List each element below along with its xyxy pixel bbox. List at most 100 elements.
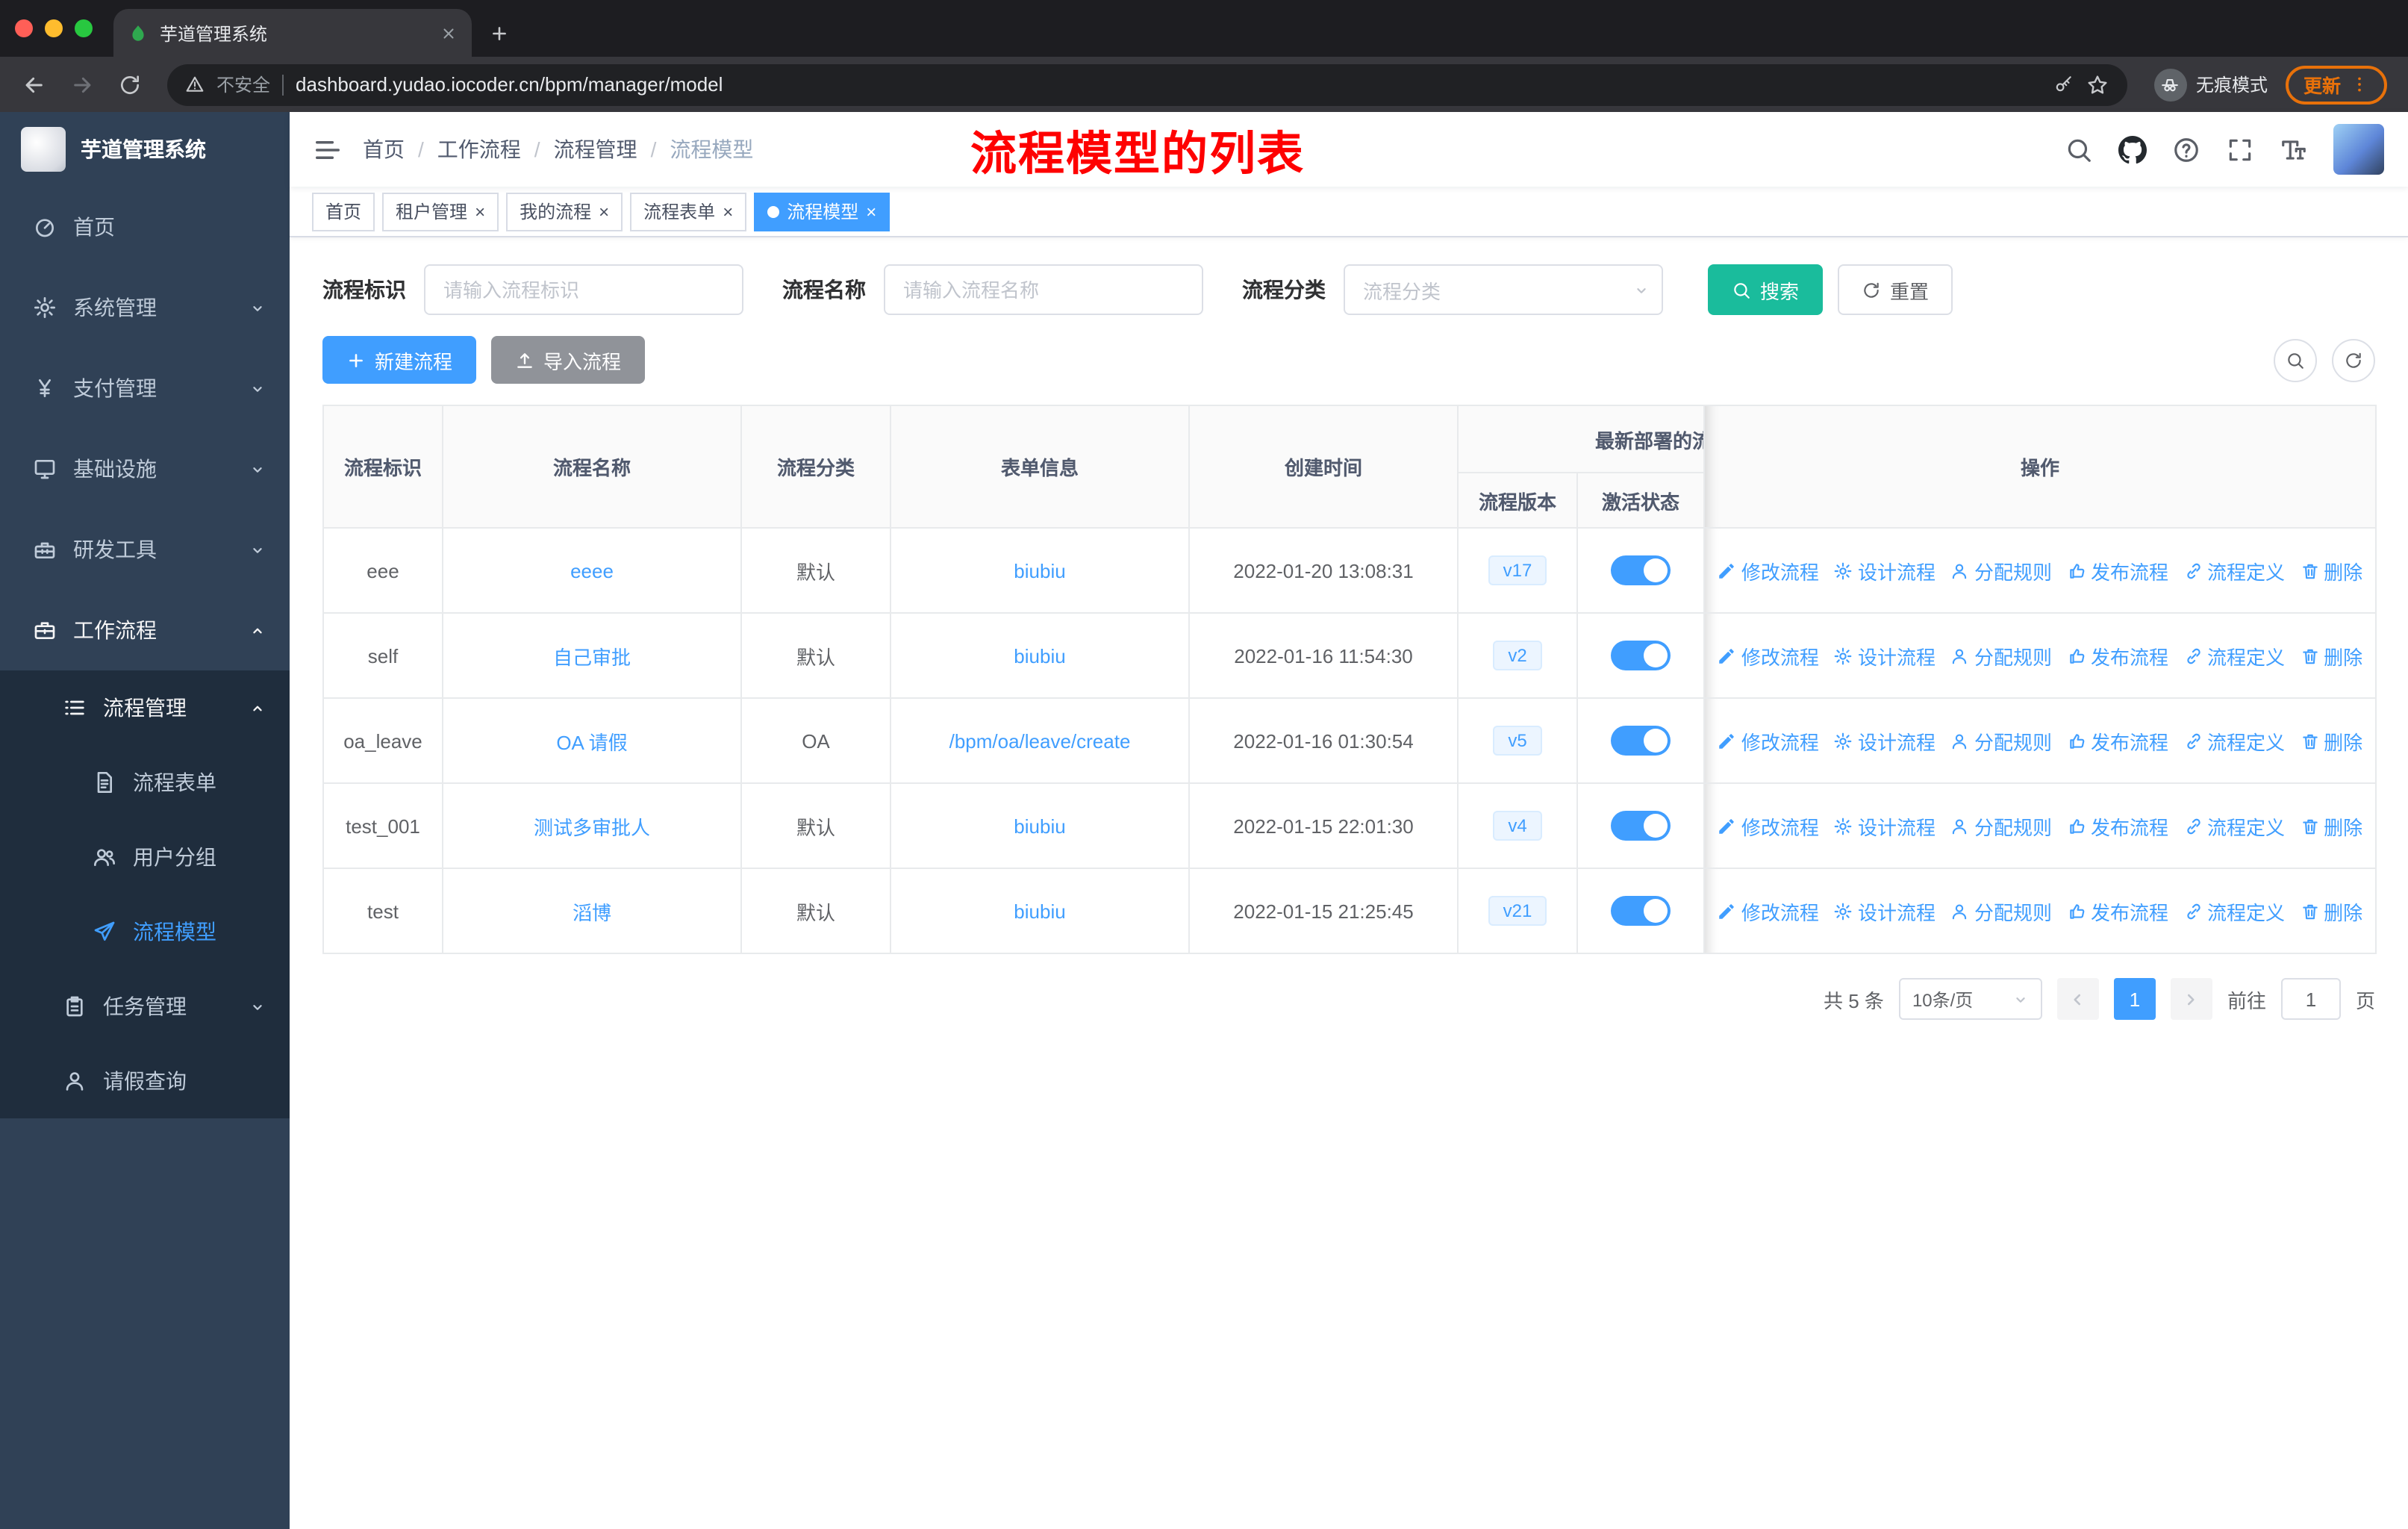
tab-close-icon[interactable] <box>440 25 457 41</box>
action-design-process[interactable]: 设计流程 <box>1834 812 1936 840</box>
action-modify-process[interactable]: 修改流程 <box>1718 897 1819 925</box>
action-publish-process[interactable]: 发布流程 <box>2067 812 2168 840</box>
forward-button[interactable] <box>63 65 102 104</box>
action-modify-process[interactable]: 修改流程 <box>1718 641 1819 670</box>
breadcrumb-item[interactable]: 工作流程 <box>437 134 521 164</box>
kebab-menu-icon[interactable] <box>2350 75 2369 94</box>
action-delete[interactable]: 删除 <box>2300 641 2362 670</box>
refresh-table-button[interactable] <box>2332 338 2375 382</box>
process-name-link[interactable]: 自己审批 <box>553 646 631 668</box>
page-size-select[interactable]: 10条/页 <box>1898 978 2042 1020</box>
sidebar-toggle-button[interactable] <box>314 135 342 164</box>
action-delete[interactable]: 删除 <box>2300 812 2362 840</box>
process-name-input[interactable] <box>884 264 1203 315</box>
sidebar-item-task-management[interactable]: 任务管理 <box>0 969 290 1044</box>
goto-page-input[interactable] <box>2280 978 2341 1020</box>
zoom-window-button[interactable] <box>75 19 93 37</box>
form-link[interactable]: biubiu <box>1014 815 1065 837</box>
browser-tab[interactable]: 芋道管理系统 <box>113 9 472 57</box>
tag-process-form[interactable]: 流程表单 × <box>630 192 747 231</box>
process-name-link[interactable]: 滔博 <box>573 901 611 924</box>
form-link[interactable]: biubiu <box>1014 900 1065 922</box>
action-design-process[interactable]: 设计流程 <box>1834 726 1936 755</box>
form-link[interactable]: /bpm/oa/leave/create <box>949 729 1131 752</box>
breadcrumb-item[interactable]: 流程管理 <box>554 134 637 164</box>
sidebar-item-process-form[interactable]: 流程表单 <box>0 745 290 820</box>
sidebar-item-workflow[interactable]: 工作流程 <box>0 590 290 670</box>
tag-close-icon[interactable]: × <box>599 202 609 220</box>
process-name-link[interactable]: eeee <box>570 559 614 582</box>
reset-button[interactable]: 重置 <box>1838 264 1953 315</box>
action-process-definition[interactable]: 流程定义 <box>2183 556 2285 585</box>
action-design-process[interactable]: 设计流程 <box>1834 897 1936 925</box>
import-process-button[interactable]: 导入流程 <box>491 336 646 384</box>
action-assign-rules[interactable]: 分配规则 <box>1950 726 2052 755</box>
action-publish-process[interactable]: 发布流程 <box>2067 641 2168 670</box>
key-icon[interactable] <box>2054 75 2074 94</box>
fullscreen-icon[interactable] <box>2226 135 2254 164</box>
user-avatar[interactable] <box>2333 124 2384 175</box>
action-assign-rules[interactable]: 分配规则 <box>1950 641 2052 670</box>
action-modify-process[interactable]: 修改流程 <box>1718 812 1819 840</box>
address-bar[interactable]: 不安全 dashboard.yudao.iocoder.cn/bpm/manag… <box>167 63 2127 105</box>
action-process-definition[interactable]: 流程定义 <box>2183 897 2285 925</box>
action-assign-rules[interactable]: 分配规则 <box>1950 556 2052 585</box>
help-icon[interactable] <box>2172 135 2200 164</box>
action-process-definition[interactable]: 流程定义 <box>2183 641 2285 670</box>
prev-page-button[interactable] <box>2056 978 2099 1020</box>
action-process-definition[interactable]: 流程定义 <box>2183 726 2285 755</box>
tag-close-icon[interactable]: × <box>866 202 876 220</box>
form-link[interactable]: biubiu <box>1014 644 1065 667</box>
breadcrumb-item[interactable]: 首页 <box>363 134 405 164</box>
back-button[interactable] <box>15 65 54 104</box>
sidebar-item-system[interactable]: 系统管理 <box>0 267 290 348</box>
process-category-select[interactable]: 流程分类 <box>1344 264 1663 315</box>
action-delete[interactable]: 删除 <box>2300 897 2362 925</box>
search-icon[interactable] <box>2065 135 2093 164</box>
active-toggle[interactable] <box>1611 811 1671 841</box>
page-button-1[interactable]: 1 <box>2113 978 2156 1020</box>
github-icon[interactable] <box>2118 135 2147 164</box>
toggle-search-button[interactable] <box>2274 338 2317 382</box>
action-design-process[interactable]: 设计流程 <box>1834 641 1936 670</box>
star-icon[interactable] <box>2086 72 2109 96</box>
action-modify-process[interactable]: 修改流程 <box>1718 726 1819 755</box>
create-process-button[interactable]: 新建流程 <box>322 336 477 384</box>
process-name-link[interactable]: OA 请假 <box>556 731 627 753</box>
sidebar-item-leave-query[interactable]: 请假查询 <box>0 1044 290 1118</box>
update-button[interactable]: 更新 <box>2285 65 2387 104</box>
active-toggle[interactable] <box>1611 726 1671 756</box>
tag-my-process[interactable]: 我的流程 × <box>506 192 623 231</box>
active-toggle[interactable] <box>1611 555 1671 585</box>
tag-home[interactable]: 首页 <box>312 192 375 231</box>
tag-close-icon[interactable]: × <box>723 202 733 220</box>
sidebar-item-process-management[interactable]: 流程管理 <box>0 670 290 745</box>
sidebar-item-devtools[interactable]: 研发工具 <box>0 509 290 590</box>
close-window-button[interactable] <box>15 19 33 37</box>
minimize-window-button[interactable] <box>45 19 63 37</box>
tag-close-icon[interactable]: × <box>475 202 485 220</box>
action-delete[interactable]: 删除 <box>2300 726 2362 755</box>
action-publish-process[interactable]: 发布流程 <box>2067 556 2168 585</box>
new-tab-button[interactable] <box>490 21 509 48</box>
action-design-process[interactable]: 设计流程 <box>1834 556 1936 585</box>
process-name-link[interactable]: 测试多审批人 <box>534 816 650 838</box>
sidebar-item-home[interactable]: 首页 <box>0 187 290 267</box>
active-toggle[interactable] <box>1611 641 1671 670</box>
next-page-button[interactable] <box>2170 978 2212 1020</box>
action-assign-rules[interactable]: 分配规则 <box>1950 812 2052 840</box>
reload-button[interactable] <box>110 65 149 104</box>
action-modify-process[interactable]: 修改流程 <box>1718 556 1819 585</box>
action-publish-process[interactable]: 发布流程 <box>2067 897 2168 925</box>
sidebar-item-payment[interactable]: 支付管理 <box>0 348 290 429</box>
tag-tenant-management[interactable]: 租户管理 × <box>382 192 499 231</box>
sidebar-item-user-group[interactable]: 用户分组 <box>0 820 290 894</box>
active-toggle[interactable] <box>1611 896 1671 926</box>
search-button[interactable]: 搜索 <box>1708 264 1824 315</box>
form-link[interactable]: biubiu <box>1014 559 1065 582</box>
font-size-icon[interactable] <box>2280 135 2308 164</box>
tag-process-model[interactable]: 流程模型 × <box>754 192 890 231</box>
action-assign-rules[interactable]: 分配规则 <box>1950 897 2052 925</box>
action-publish-process[interactable]: 发布流程 <box>2067 726 2168 755</box>
process-key-input[interactable] <box>424 264 743 315</box>
